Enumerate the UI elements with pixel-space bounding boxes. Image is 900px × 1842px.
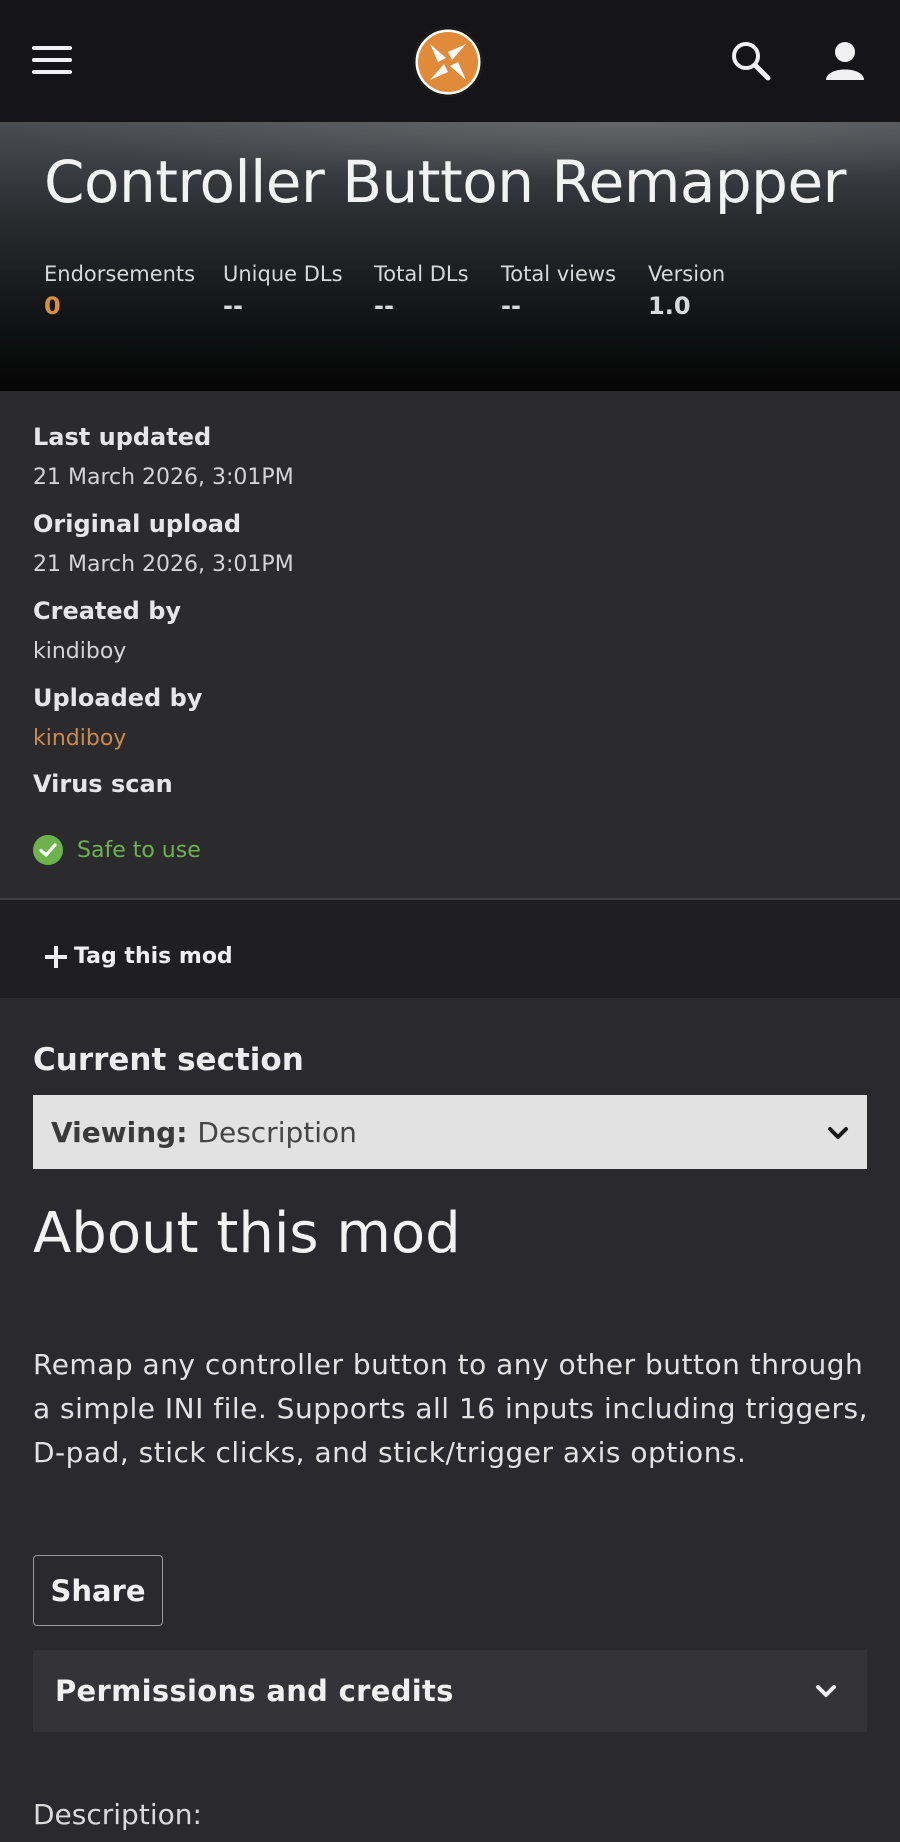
created-by-label: Created by bbox=[33, 597, 182, 625]
nexus-logo-icon[interactable] bbox=[410, 24, 486, 100]
original-upload-label: Original upload bbox=[33, 510, 242, 538]
user-icon[interactable] bbox=[822, 38, 868, 84]
permissions-label: Permissions and credits bbox=[55, 1674, 454, 1708]
section-select-dropdown[interactable]: Viewing: Description bbox=[33, 1095, 867, 1169]
stat-version: Version 1.0 bbox=[648, 262, 725, 320]
mod-file-info: Last updated 21 March 2026, 3:01PM Origi… bbox=[0, 391, 900, 899]
virus-scan-status: Safe to use bbox=[33, 834, 201, 866]
uploader-link[interactable]: kindiboy bbox=[33, 726, 126, 751]
stat-total-views: Total views -- bbox=[501, 262, 616, 320]
stat-label: Total DLs bbox=[374, 262, 469, 286]
created-by-value: kindiboy bbox=[33, 639, 127, 664]
original-upload-value: 21 March 2026, 3:01PM bbox=[33, 552, 294, 577]
permissions-accordion[interactable]: Permissions and credits bbox=[33, 1650, 867, 1732]
virus-scan-label: Virus scan bbox=[33, 770, 173, 798]
mod-stats: Endorsements 0 Unique DLs -- Total DLs -… bbox=[44, 262, 884, 332]
viewing-value: Description bbox=[197, 1115, 357, 1149]
viewing-key: Viewing: bbox=[51, 1115, 188, 1149]
top-navigation-bar bbox=[0, 0, 900, 122]
check-circle-icon bbox=[33, 835, 63, 865]
virus-scan-value: Safe to use bbox=[77, 837, 201, 863]
chevron-down-icon bbox=[816, 1685, 836, 1697]
mod-header-banner: Controller Button Remapper Endorsements … bbox=[0, 122, 900, 391]
stat-label: Unique DLs bbox=[223, 262, 343, 286]
uploaded-by-label: Uploaded by bbox=[33, 684, 203, 712]
stat-label: Total views bbox=[501, 262, 617, 286]
description-label: Description: bbox=[33, 1798, 202, 1831]
stat-label: Version bbox=[648, 262, 726, 286]
mod-title: Controller Button Remapper bbox=[44, 148, 847, 216]
last-updated-label: Last updated bbox=[33, 423, 212, 451]
stat-value: 1.0 bbox=[648, 292, 691, 320]
tag-this-mod-button[interactable]: Tag this mod bbox=[44, 944, 233, 969]
chevron-down-icon bbox=[828, 1127, 848, 1139]
about-heading: About this mod bbox=[33, 1201, 461, 1266]
share-button[interactable]: Share bbox=[33, 1555, 163, 1626]
stat-unique-dls: Unique DLs -- bbox=[223, 262, 343, 320]
about-text: Remap any controller button to any other… bbox=[33, 1348, 868, 1469]
stat-value: 0 bbox=[44, 292, 61, 320]
stat-label: Endorsements bbox=[44, 262, 196, 286]
stat-total-dls: Total DLs -- bbox=[374, 262, 469, 320]
hamburger-menu-icon[interactable] bbox=[30, 44, 74, 76]
plus-icon bbox=[45, 945, 67, 968]
last-updated-value: 21 March 2026, 3:01PM bbox=[33, 465, 294, 490]
stat-value: -- bbox=[501, 292, 521, 320]
mod-content: Current section Viewing: Description Abo… bbox=[0, 998, 900, 1842]
stat-value: -- bbox=[223, 292, 243, 320]
current-section-heading: Current section bbox=[33, 1042, 304, 1078]
tag-bar: Tag this mod bbox=[0, 900, 900, 998]
stat-value: -- bbox=[374, 292, 394, 320]
stat-endorsements: Endorsements 0 bbox=[44, 262, 195, 320]
search-icon[interactable] bbox=[728, 38, 774, 84]
tag-this-mod-label: Tag this mod bbox=[74, 944, 233, 969]
